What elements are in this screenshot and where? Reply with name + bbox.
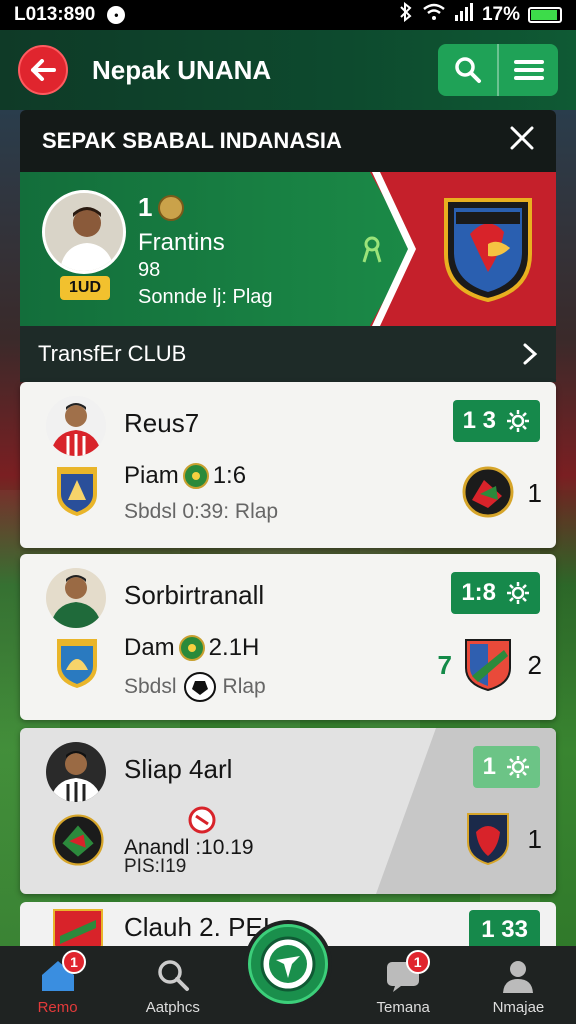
opponent-crest-icon bbox=[465, 639, 511, 692]
score-pill: 1:8 bbox=[451, 572, 540, 614]
wifi-icon bbox=[422, 3, 446, 27]
match-card[interactable]: Sliap 4arl Anandl :10.19 PIS:I19 1 1 bbox=[20, 728, 556, 894]
nav-profile[interactable]: Nmajae bbox=[461, 946, 576, 1024]
battery-percent: 17% bbox=[481, 4, 520, 25]
notification-badge: 1 bbox=[62, 950, 86, 974]
nav-messages[interactable]: 1 Temana bbox=[346, 946, 461, 1024]
nav-profile-label: Nmajae bbox=[492, 999, 545, 1016]
ball-icon bbox=[188, 806, 216, 834]
match-line-secondary: Sbdsl 0:39: Rlap bbox=[124, 500, 279, 523]
club-crest-icon bbox=[444, 198, 532, 303]
ball-icon bbox=[178, 635, 205, 661]
app-bar-actions bbox=[438, 44, 558, 96]
league-logo-icon bbox=[260, 936, 316, 992]
status-time: L013:890 bbox=[14, 4, 96, 25]
ribbon-icon bbox=[362, 236, 382, 263]
opponent-score: 2 bbox=[527, 650, 542, 680]
match-line-primary: Piam 1:6 bbox=[124, 462, 247, 489]
match-card[interactable]: Reus7 Piam 1:6 Sbdsl 0:39: Rlap 1 3 1 bbox=[20, 382, 556, 548]
app-bar: Nepak UNANA bbox=[0, 30, 576, 110]
player-stat: 98 bbox=[138, 259, 161, 281]
chevron-right-icon bbox=[523, 343, 538, 365]
bluetooth-icon bbox=[398, 1, 414, 28]
opponent-score: 1 bbox=[527, 478, 542, 508]
gear-icon bbox=[507, 756, 529, 778]
back-button[interactable] bbox=[18, 45, 68, 95]
notification-badge: 1 bbox=[405, 950, 430, 974]
match-title: Sorbirtranall bbox=[124, 580, 265, 610]
search-button[interactable] bbox=[438, 44, 497, 96]
player-name: Frantins bbox=[138, 229, 225, 256]
transfer-club-bar[interactable]: TransfEr CLUB bbox=[20, 326, 556, 382]
panel-title: SEPAK SBABAL INDANASIA bbox=[42, 128, 342, 153]
app-title: Nepak UNANA bbox=[92, 54, 272, 85]
score-pill: 1 3 bbox=[452, 400, 540, 442]
opponent-crest-icon bbox=[462, 466, 514, 518]
ball-icon bbox=[182, 463, 209, 489]
close-button[interactable] bbox=[510, 126, 534, 156]
center-action-button[interactable] bbox=[244, 920, 332, 1008]
match-line-secondary: PIS:I19 bbox=[124, 856, 187, 877]
team-crest-icon bbox=[52, 814, 104, 866]
search-icon bbox=[153, 957, 193, 993]
featured-player-card[interactable]: 1UD 1 Frantins 98 Sonnde lj: Plag bbox=[20, 172, 556, 326]
featured-info: 1 Frantins 98 Sonnde lj: Plag bbox=[138, 192, 273, 309]
search-icon bbox=[454, 57, 481, 83]
player-number: 1 bbox=[138, 192, 153, 222]
soccer-ball-icon bbox=[183, 672, 216, 702]
team-crest-icon bbox=[57, 467, 97, 516]
match-line-secondary: Sbdsl Rlap bbox=[124, 672, 266, 702]
nav-search-label: Aatphcs bbox=[145, 999, 200, 1016]
match-card[interactable]: Sorbirtranall Dam 2.1H Sbdsl Rlap 1:8 7 … bbox=[20, 554, 556, 720]
match-line-primary: Dam 2.1H bbox=[124, 634, 260, 661]
hamburger-menu-icon bbox=[513, 60, 544, 80]
club-coin-icon bbox=[158, 194, 185, 221]
match-title: Clauh 2. PEI bbox=[124, 912, 270, 942]
opponent-crest-icon bbox=[467, 813, 509, 866]
arrow-left-icon bbox=[31, 59, 56, 81]
menu-button[interactable] bbox=[497, 44, 558, 96]
nav-home[interactable]: 1 Remo bbox=[0, 946, 115, 1024]
match-title: Sliap 4arl bbox=[124, 754, 233, 784]
battery-icon bbox=[528, 7, 562, 23]
player-avatar bbox=[46, 396, 106, 456]
nav-messages-label: Temana bbox=[376, 999, 430, 1016]
score-pill: 1 33 bbox=[469, 910, 540, 950]
player-avatar bbox=[42, 190, 126, 274]
profile-icon bbox=[498, 957, 538, 993]
transfer-club-label: TransfEr CLUB bbox=[38, 341, 187, 366]
player-badge: 1UD bbox=[60, 276, 110, 300]
player-avatar bbox=[46, 568, 106, 628]
status-bar: L013:890 • 17% bbox=[0, 0, 576, 30]
nav-search[interactable]: Aatphcs bbox=[115, 946, 230, 1024]
opponent-score: 1 bbox=[527, 824, 542, 854]
player-avatar bbox=[46, 742, 106, 802]
extra-score: 7 bbox=[437, 650, 452, 680]
close-icon bbox=[510, 126, 534, 150]
player-detail: Sonnde lj: Plag bbox=[138, 286, 273, 308]
match-title: Reus7 bbox=[124, 408, 200, 438]
league-panel: SEPAK SBABAL INDANASIA 1UD 1 Frantins 98… bbox=[20, 110, 556, 962]
score-pill: 1 bbox=[472, 746, 540, 788]
panel-header: SEPAK SBABAL INDANASIA bbox=[20, 110, 556, 172]
nav-home-label: Remo bbox=[37, 999, 78, 1016]
notification-dot-icon: • bbox=[107, 6, 126, 24]
signal-icon bbox=[454, 3, 474, 27]
gear-icon bbox=[507, 410, 529, 432]
team-crest-icon bbox=[57, 639, 97, 688]
gear-icon bbox=[507, 582, 529, 604]
